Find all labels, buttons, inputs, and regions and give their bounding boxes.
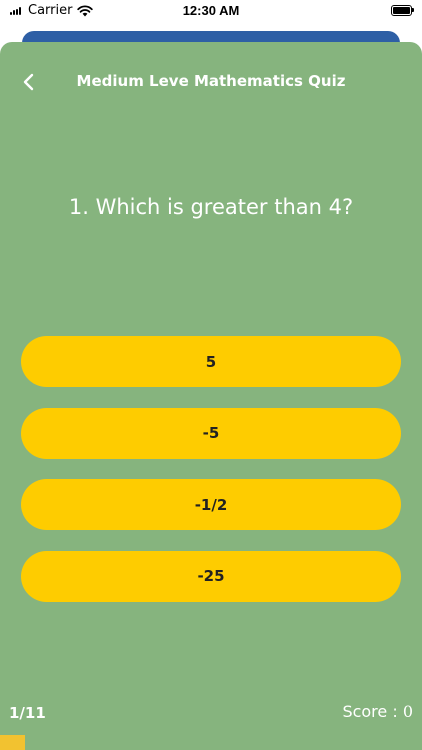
battery-icon bbox=[391, 5, 412, 16]
score-display: Score : 0 bbox=[342, 702, 413, 721]
battery-tip bbox=[412, 8, 414, 12]
page-title: Medium Leve Mathematics Quiz bbox=[76, 72, 346, 90]
question-progress: 1/11 bbox=[9, 704, 46, 722]
answer-option-3[interactable]: -1/2 bbox=[21, 479, 401, 530]
progress-fill bbox=[0, 735, 25, 750]
question-text: 1. Which is greater than 4? bbox=[68, 195, 354, 219]
answer-option-4[interactable]: -25 bbox=[21, 550, 401, 602]
clock: 12:30 AM bbox=[182, 3, 240, 18]
progress-bar bbox=[0, 735, 422, 750]
chevron-left-icon bbox=[23, 73, 34, 91]
status-bar: Carrier 12:30 AM bbox=[0, 0, 422, 22]
score-value: 0 bbox=[402, 702, 413, 721]
back-button[interactable] bbox=[18, 71, 40, 93]
answer-option-2[interactable]: -5 bbox=[21, 407, 401, 459]
score-label: Score : bbox=[342, 702, 403, 721]
answer-option-1[interactable]: 5 bbox=[21, 336, 401, 387]
answer-options: 5 -5 -1/2 -25 bbox=[21, 336, 401, 622]
